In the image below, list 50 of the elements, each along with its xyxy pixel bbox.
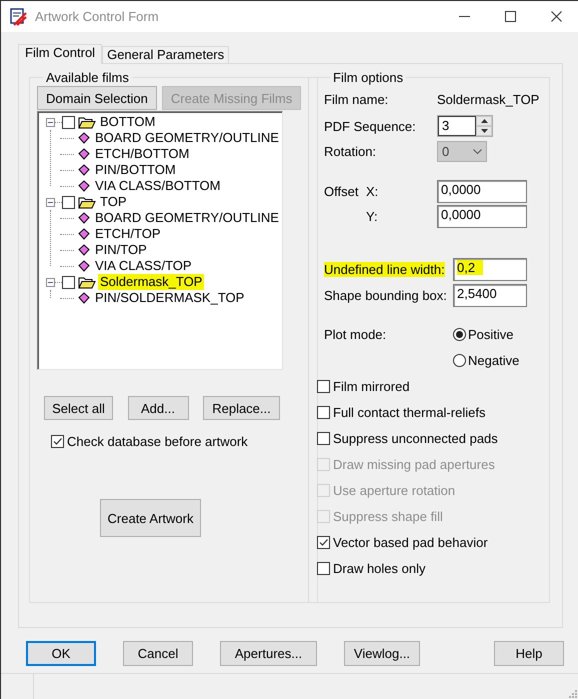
field-label: Plot mode: [324,326,386,342]
dialog-button[interactable]: Apertures... [220,641,317,666]
input-field[interactable]: 2,5400 [453,284,527,307]
field-label: Undefined line width: [324,262,445,277]
tab[interactable]: Film Control [18,44,102,64]
domain-selection-button[interactable]: Domain Selection [37,86,157,110]
field-label: Rotation: [324,144,378,159]
group-title: Available films [45,70,130,85]
dialog-button[interactable]: OK [26,641,96,666]
input-field[interactable]: 0,0000 [437,205,527,228]
film-name-value: Soldermask_TOP [437,92,540,106]
field-label: Shape bounding box: [324,288,447,303]
layer-label[interactable]: ETCH/BOTTOM [93,146,192,162]
checkbox-label[interactable]: Draw holes only [333,560,426,576]
field-label: X: [366,184,378,199]
layer-label[interactable]: BOARD GEOMETRY/OUTLINE [93,130,281,146]
layer-label[interactable]: PIN/SOLDERMASK_TOP [93,290,246,306]
layer-label[interactable]: ETCH/TOP [93,226,162,242]
action-button[interactable]: Replace... [203,396,280,420]
field-label: PDF Sequence: [324,118,417,134]
layer-label[interactable]: VIA CLASS/BOTTOM [93,178,222,194]
create-artwork-button[interactable]: Create Artwork [100,499,201,537]
input-field[interactable]: 0,0000 [437,180,527,203]
field-label: Y: [366,209,378,224]
field-label: Film name: [324,92,390,106]
checkbox-label[interactable]: Vector based pad behavior [333,534,488,550]
layer-label[interactable]: PIN/TOP [93,242,149,258]
window-title: Artwork Control Form [35,9,160,24]
film-label[interactable]: Soldermask_TOP [98,274,204,290]
input-field[interactable]: 0,2 [453,258,527,281]
radio-label[interactable]: Negative [468,352,520,368]
group-title: Film options [332,70,404,85]
action-button[interactable]: Add... [128,396,188,420]
sequence-spinner[interactable]: 3 [437,115,493,137]
layer-label[interactable]: VIA CLASS/TOP [93,258,194,274]
dialog-button[interactable]: Cancel [123,641,193,666]
checkbox-label[interactable]: Full contact thermal-reliefs [333,404,486,420]
film-label[interactable]: TOP [98,194,128,210]
field-label: Offset [324,184,360,199]
layer-label[interactable]: PIN/BOTTOM [93,162,178,178]
dialog-button[interactable]: Help [494,641,564,666]
tab[interactable]: General Parameters [102,46,230,63]
radio-label[interactable]: Positive [468,326,514,342]
film-label[interactable]: BOTTOM [98,114,158,130]
layer-label[interactable]: BOARD GEOMETRY/OUTLINE [93,210,281,226]
dialog-button[interactable]: Viewlog... [344,641,420,666]
checkbox-label[interactable]: Suppress unconnected pads [333,430,498,446]
checkbox-label[interactable]: Check database before artwork [67,434,248,449]
checkbox-label[interactable]: Film mirrored [333,378,410,394]
action-button[interactable]: Select all [44,396,113,420]
